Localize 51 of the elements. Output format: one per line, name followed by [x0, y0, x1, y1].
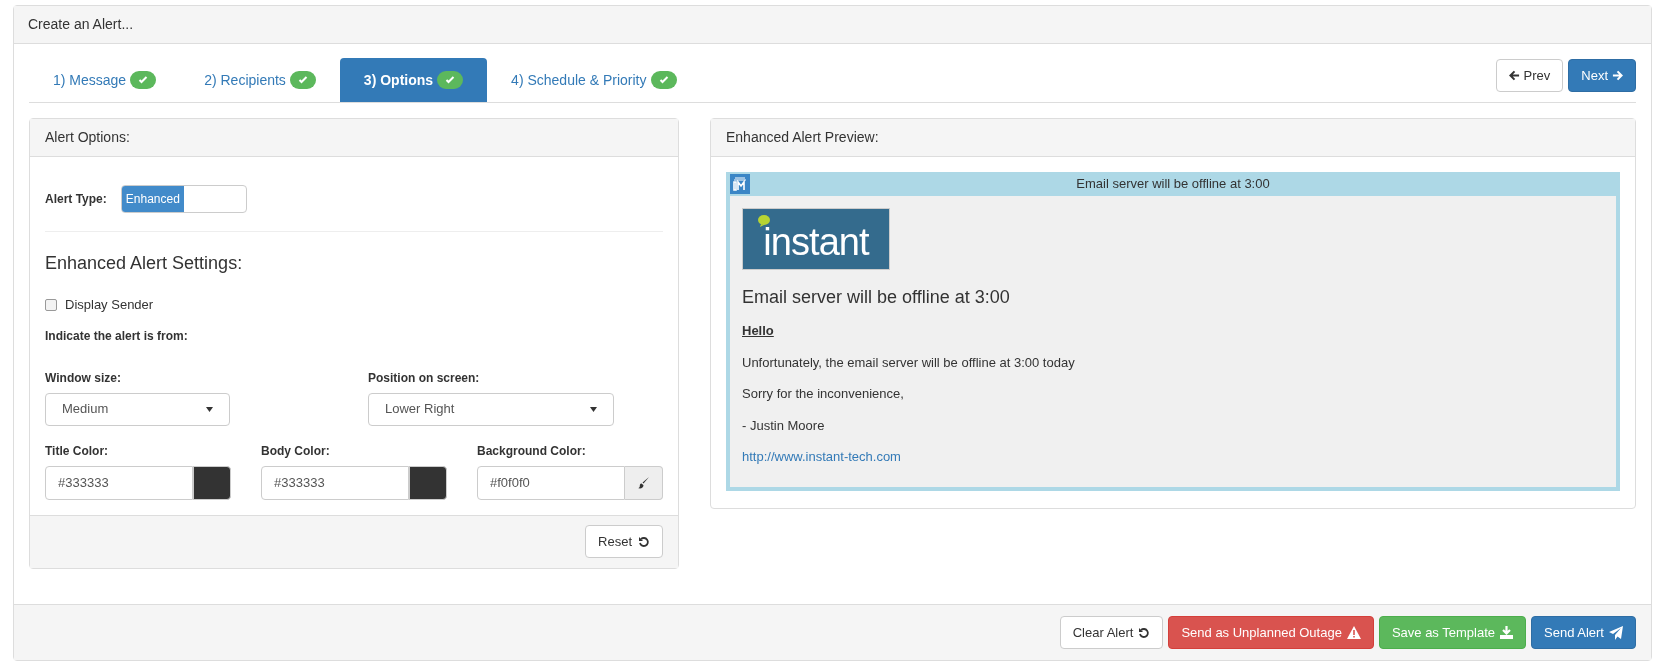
- panel-title: Enhanced Alert Preview:: [726, 128, 879, 147]
- paper-plane-icon: [1609, 625, 1623, 640]
- alert-text: Unfortunately, the email server will be offline at 3:00 today: [742, 353, 1076, 372]
- field-label: Alert Type:: [45, 191, 107, 208]
- clear-button[interactable]: Clear Alert: [1059, 616, 1164, 649]
- speech-bubble-icon: [757, 214, 771, 228]
- alert-link[interactable]: http://www.instant-tech.com: [742, 447, 901, 467]
- template-button[interactable]: Save as Template: [1378, 616, 1526, 649]
- tab[interactable]: 4) Schedule & Priority: [487, 58, 701, 102]
- reset-button[interactable]: Reset: [585, 525, 663, 558]
- arrow-left-icon: [1508, 70, 1520, 81]
- field-label: Background Color:: [477, 442, 587, 460]
- select-field[interactable]: Medium: [45, 392, 230, 426]
- tab[interactable]: 1) Message: [29, 58, 181, 102]
- field-label: Window size:: [45, 369, 122, 387]
- checkbox-label: Display Sender: [65, 296, 154, 314]
- alert-window-title: Email server will be offline at 3:00: [1075, 175, 1271, 194]
- download-icon: [1500, 626, 1513, 639]
- color-field[interactable]: #333333: [261, 465, 409, 500]
- field-label: Indicate the alert is from:: [45, 327, 189, 345]
- outage-button[interactable]: Send as Unplanned Outage: [1168, 616, 1374, 649]
- tab[interactable]: 2) Recipients: [180, 58, 340, 102]
- alert-greeting: Hello: [742, 322, 775, 340]
- section-heading: Enhanced Alert Settings:: [45, 252, 244, 275]
- caret-icon: [590, 406, 597, 412]
- color-swatch[interactable]: [409, 465, 447, 500]
- field-label: Body Color:: [261, 442, 331, 460]
- alert-text: Sorry for the inconvenience,: [742, 385, 905, 403]
- warning-icon: [1346, 626, 1361, 639]
- color-swatch[interactable]: [193, 465, 231, 500]
- undo-icon: [1138, 626, 1151, 639]
- window-title: Create an Alert...: [28, 15, 134, 34]
- prev-button[interactable]: Prev: [1495, 59, 1564, 92]
- alert-heading: Email server will be offline at 3:00: [742, 286, 1011, 309]
- field-label: Title Color:: [45, 442, 110, 460]
- alert-type-switch[interactable]: Enhanced: [120, 185, 247, 213]
- arrow-right-icon: [1612, 70, 1623, 81]
- color-field[interactable]: #f0f0f0: [477, 465, 625, 500]
- alert-text: - Justin Moore: [742, 416, 826, 435]
- undo-icon: [638, 535, 650, 548]
- select-field[interactable]: Lower Right: [368, 392, 614, 426]
- checkbox[interactable]: [45, 298, 57, 311]
- app-logo-icon: [730, 174, 750, 194]
- send-button[interactable]: Send Alert: [1531, 616, 1636, 649]
- logo-text: instant: [763, 223, 869, 261]
- color-field[interactable]: #333333: [45, 465, 193, 500]
- panel-title: Alert Options:: [45, 128, 130, 147]
- next-button[interactable]: Next: [1568, 59, 1636, 92]
- field-label: Position on screen:: [368, 369, 481, 387]
- caret-icon: [206, 406, 213, 412]
- tab[interactable]: 3) Options: [339, 58, 488, 102]
